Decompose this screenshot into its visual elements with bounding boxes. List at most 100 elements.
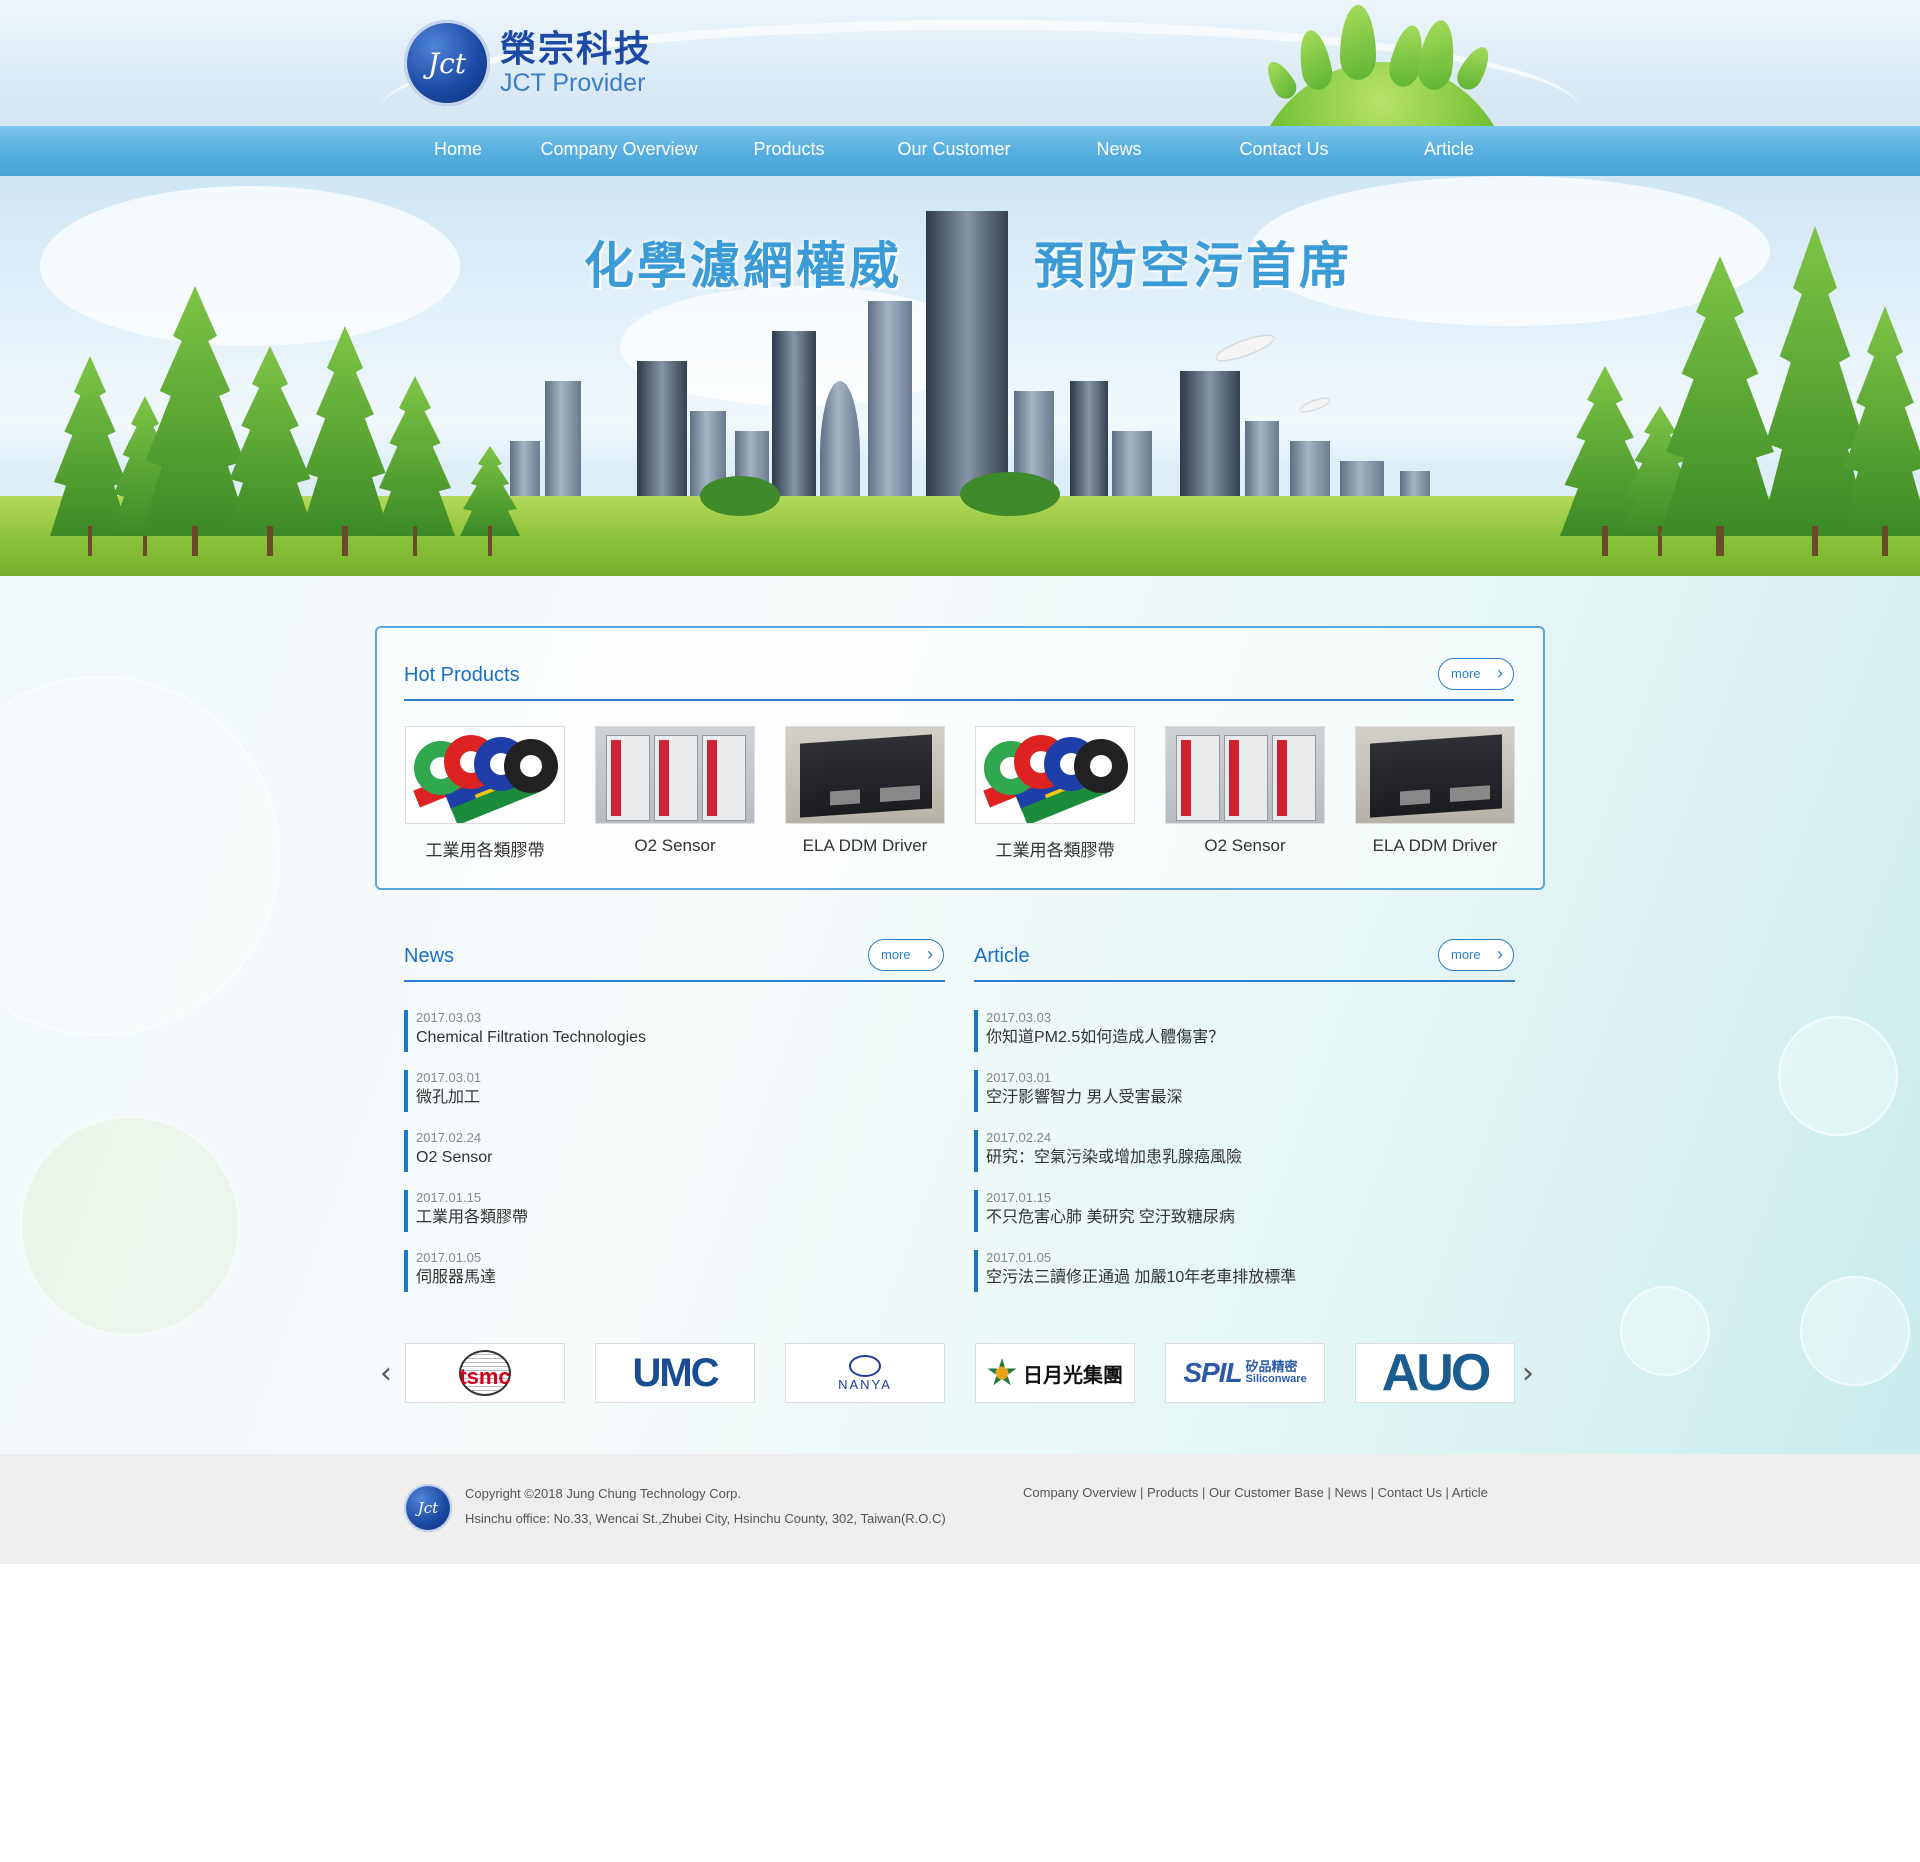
tree xyxy=(375,376,455,556)
hot-products-more-button[interactable]: more › xyxy=(1438,658,1514,690)
news-item[interactable]: 2017.02.24 O2 Sensor xyxy=(404,1130,934,1172)
partner-logo-spil[interactable]: SPIL 矽品精密 Siliconware xyxy=(1165,1343,1325,1403)
product-card[interactable]: O2 Sensor xyxy=(595,726,755,856)
product-card[interactable]: O2 Sensor xyxy=(1165,726,1325,856)
bubble-decoration xyxy=(1800,1276,1910,1386)
nanya-mark-icon xyxy=(848,1354,881,1377)
footer-link-our-customer-base[interactable]: Our Customer Base xyxy=(1209,1485,1324,1500)
partner-name: AUO xyxy=(1381,1344,1492,1402)
product-card[interactable]: ELA DDM Driver xyxy=(1355,726,1515,856)
news-date: 2017.03.01 xyxy=(416,1070,482,1085)
partner-logo-umc[interactable]: UMC xyxy=(595,1343,755,1403)
partner-logo-nanya[interactable]: NANYA xyxy=(785,1343,945,1403)
cabinet-image xyxy=(595,726,755,824)
leaf-icon xyxy=(1340,5,1376,80)
product-name: O2 Sensor xyxy=(634,836,716,855)
hot-products-divider xyxy=(404,699,1514,701)
driver-image xyxy=(785,726,945,824)
nav-products[interactable]: Products xyxy=(714,139,864,160)
blank-area xyxy=(0,1564,1920,1862)
footer-link-news[interactable]: News xyxy=(1334,1485,1367,1500)
article-item[interactable]: 2017.03.03 你知道PM2.5如何造成人體傷害？ xyxy=(974,1010,1504,1052)
banner-slogan-right: 預防空污首席 xyxy=(1034,238,1352,294)
hot-products-title: Hot Products xyxy=(404,664,520,686)
product-card[interactable]: ELA DDM Driver xyxy=(785,726,945,856)
news-text: Chemical Filtration Technologies xyxy=(416,1029,647,1046)
footer-copyright: Copyright ©2018 Jung Chung Technology Co… xyxy=(465,1486,742,1501)
chevron-right-icon: › xyxy=(1497,663,1503,683)
news-item[interactable]: 2017.01.15 工業用各類膠帶 xyxy=(404,1190,934,1232)
news-item[interactable]: 2017.01.05 伺服器馬達 xyxy=(404,1250,934,1292)
bush xyxy=(700,476,780,516)
nav-company-overview[interactable]: Company Overview xyxy=(524,139,714,160)
footer-address: Hsinchu office: No.33, Wencai St.,Zhubei… xyxy=(465,1511,946,1526)
article-date: 2017.02.24 xyxy=(986,1130,1052,1145)
header: Jct 榮宗科技 JCT Provider xyxy=(0,0,1920,126)
article-title: Article xyxy=(974,945,1030,967)
product-card[interactable]: 工業用各類膠帶 xyxy=(975,726,1135,861)
news-item[interactable]: 2017.03.01 微孔加工 xyxy=(404,1070,934,1112)
footer: Jct Copyright ©2018 Jung Chung Technolog… xyxy=(0,1454,1920,1564)
article-item[interactable]: 2017.03.01 空汙影響智力 男人受害最深 xyxy=(974,1070,1504,1112)
tape-image xyxy=(405,726,565,824)
news-text: 工業用各類膠帶 xyxy=(416,1209,529,1226)
news-title: News xyxy=(404,945,455,967)
article-text: 研究：空氣污染或增加患乳腺癌風險 xyxy=(986,1149,1243,1166)
product-name: O2 Sensor xyxy=(1204,836,1286,855)
article-date: 2017.03.01 xyxy=(986,1070,1052,1085)
tree xyxy=(460,446,520,556)
logo[interactable]: Jct 榮宗科技 JCT Provider xyxy=(404,20,652,106)
news-divider xyxy=(404,980,945,982)
more-label: more xyxy=(1451,666,1481,681)
bush xyxy=(960,472,1060,516)
footer-link-products[interactable]: Products xyxy=(1147,1485,1198,1500)
logo-name-zh: 榮宗科技 xyxy=(500,28,653,69)
partner-name: NANYA xyxy=(838,1376,892,1392)
article-item[interactable]: 2017.01.15 不只危害心肺 美研究 空汙致糖尿病 xyxy=(974,1190,1504,1232)
nav-news[interactable]: News xyxy=(1044,139,1194,160)
article-date: 2017.03.03 xyxy=(986,1010,1052,1025)
article-item[interactable]: 2017.02.24 研究：空氣污染或增加患乳腺癌風險 xyxy=(974,1130,1504,1172)
nav-home[interactable]: Home xyxy=(392,139,524,160)
tree xyxy=(1840,306,1920,556)
nav-contact-us[interactable]: Contact Us xyxy=(1194,139,1374,160)
footer-logo[interactable]: Jct xyxy=(404,1484,452,1532)
news-date: 2017.02.24 xyxy=(416,1130,482,1145)
nav-article[interactable]: Article xyxy=(1374,139,1524,160)
partner-logo-tsmc[interactable]: tsmc xyxy=(405,1343,565,1403)
bubble-decoration xyxy=(1620,1286,1710,1376)
chevron-left-icon[interactable]: ‹ xyxy=(380,1356,392,1391)
partner-logo-auo[interactable]: AUO xyxy=(1355,1343,1515,1403)
bird-decoration xyxy=(1214,331,1276,365)
bubble-decoration xyxy=(20,1116,240,1336)
news-text: 伺服器馬達 xyxy=(416,1269,497,1286)
article-date: 2017.01.15 xyxy=(986,1190,1052,1205)
footer-link-company-overview[interactable]: Company Overview xyxy=(1023,1485,1136,1500)
chevron-right-icon: › xyxy=(1497,944,1503,964)
news-item[interactable]: 2017.03.03 Chemical Filtration Technolog… xyxy=(404,1010,934,1052)
bubble-decoration xyxy=(1778,1016,1898,1136)
article-text: 空污法三讀修正通過 加嚴10年老車排放標準 xyxy=(986,1269,1297,1286)
product-name: ELA DDM Driver xyxy=(1372,836,1498,855)
driver-image xyxy=(1355,726,1515,824)
article-date: 2017.01.05 xyxy=(986,1250,1052,1265)
partner-subname: 矽品精密 xyxy=(1245,1359,1298,1374)
nav-our-customer[interactable]: Our Customer xyxy=(864,139,1044,160)
footer-link-contact-us[interactable]: Contact Us xyxy=(1378,1485,1442,1500)
banner-slogan-left: 化學濾網權威 xyxy=(584,238,902,294)
partner-name: tsmc xyxy=(459,1364,511,1389)
product-card[interactable]: 工業用各類膠帶 xyxy=(405,726,565,861)
news-date: 2017.01.15 xyxy=(416,1190,482,1205)
logo-name-en: JCT Provider xyxy=(500,69,646,97)
page: Jct 榮宗科技 JCT Provider Home Company Overv… xyxy=(0,0,1920,1862)
footer-link-article[interactable]: Article xyxy=(1452,1485,1488,1500)
chevron-right-icon[interactable]: › xyxy=(1522,1356,1534,1391)
article-item[interactable]: 2017.01.05 空污法三讀修正通過 加嚴10年老車排放標準 xyxy=(974,1250,1504,1292)
article-more-button[interactable]: more › xyxy=(1438,939,1514,971)
news-date: 2017.03.03 xyxy=(416,1010,482,1025)
news-more-button[interactable]: more › xyxy=(868,939,944,971)
partner-name: SPIL xyxy=(1183,1357,1242,1388)
partner-logo-ase[interactable]: 日月光集團 xyxy=(975,1343,1135,1403)
news-text: O2 Sensor xyxy=(416,1149,493,1166)
logo-mark: Jct xyxy=(404,20,490,106)
